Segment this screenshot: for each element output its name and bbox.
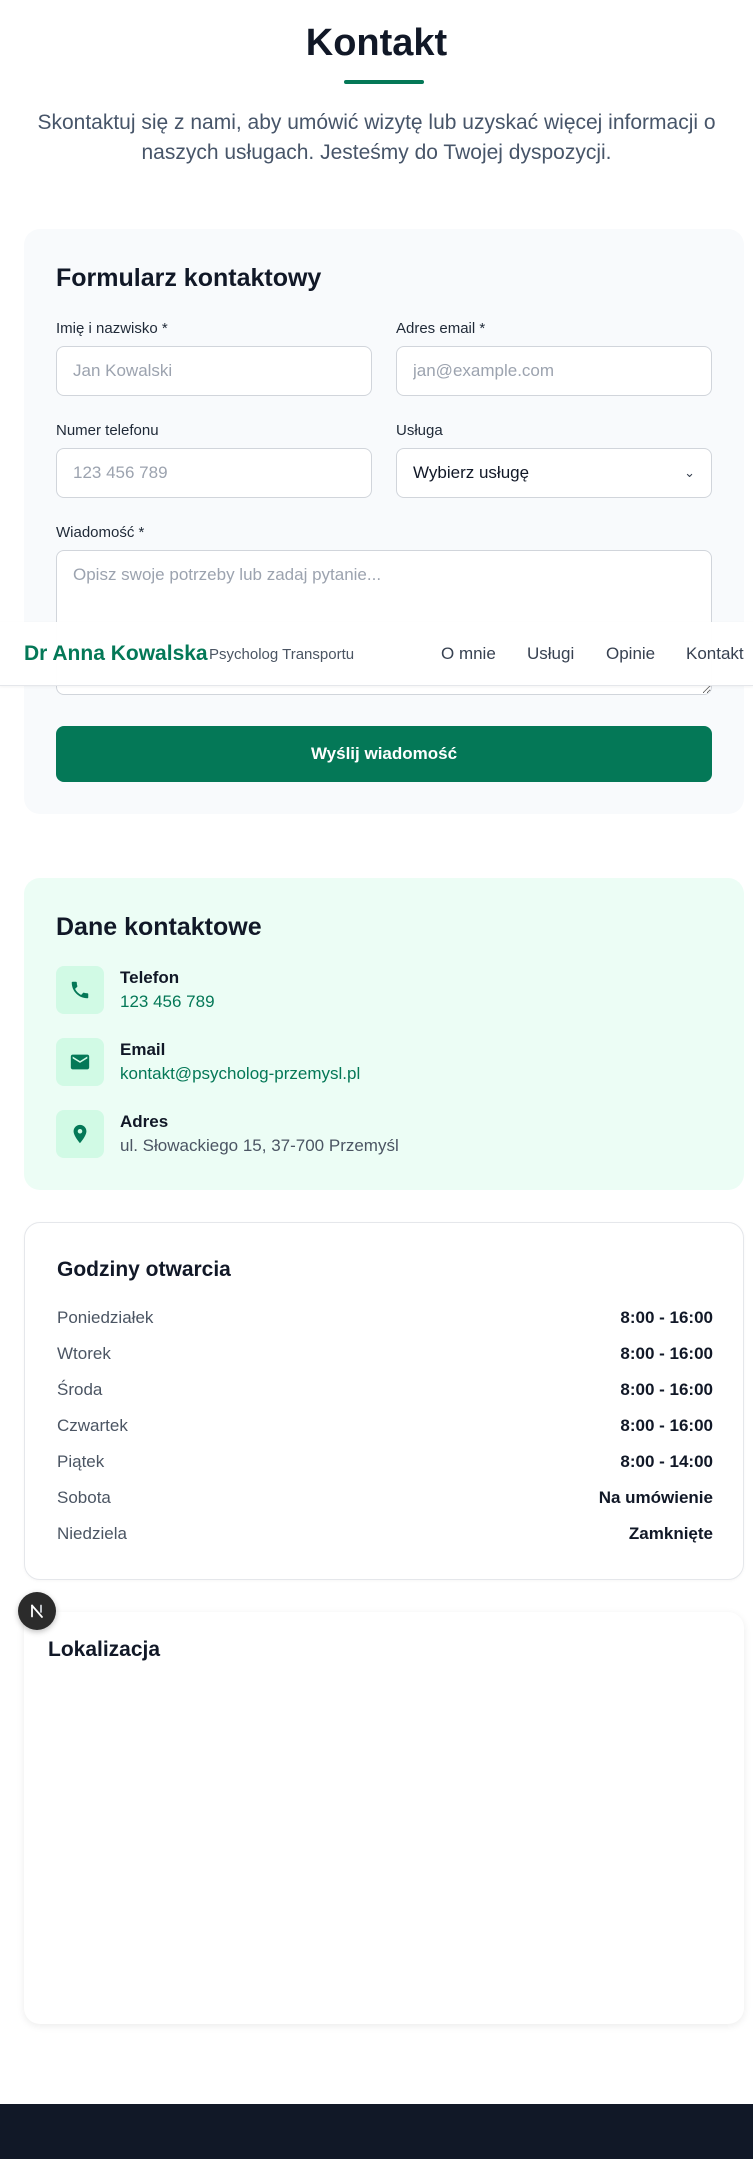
hours-day: Poniedziałek <box>57 1308 154 1327</box>
phone-icon <box>56 966 104 1014</box>
nav-link-uslugi[interactable]: Usługi <box>527 644 574 664</box>
nav-link-opinie[interactable]: Opinie <box>606 644 655 664</box>
email-contact-link[interactable]: kontakt@psycholog-przemysl.pl <box>120 1064 360 1084</box>
location-map-card: Lokalizacja <box>24 1612 744 2024</box>
address-contact-value: ul. Słowackiego 15, 37-700 Przemyśl <box>120 1136 399 1155</box>
service-select-value: Wybierz usługę <box>413 463 530 482</box>
hours-row: Czwartek 8:00 - 16:00 <box>57 1416 713 1440</box>
mail-icon <box>56 1038 104 1086</box>
phone-label: Numer telefonu <box>56 422 159 439</box>
hours-row: Piątek 8:00 - 14:00 <box>57 1452 713 1476</box>
title-underline <box>344 80 424 84</box>
nextjs-dev-badge-icon[interactable] <box>18 1592 56 1630</box>
hours-row: Środa 8:00 - 16:00 <box>57 1380 713 1404</box>
hours-row: Sobota Na umówienie <box>57 1488 713 1512</box>
map-title: Lokalizacja <box>48 1638 161 1661</box>
hours-day: Sobota <box>57 1488 111 1507</box>
map-pin-icon <box>56 1110 104 1158</box>
nav-link-o-mnie[interactable]: O mnie <box>441 644 496 664</box>
hours-time: 8:00 - 16:00 <box>620 1416 713 1435</box>
service-label: Usługa <box>396 422 443 439</box>
email-input[interactable] <box>396 346 712 396</box>
hours-time: 8:00 - 14:00 <box>620 1452 713 1471</box>
form-title: Formularz kontaktowy <box>56 264 322 292</box>
hours-time: Na umówienie <box>598 1488 713 1507</box>
contact-title: Dane kontaktowe <box>56 913 262 941</box>
map-area[interactable] <box>48 1682 720 2000</box>
hours-time: 8:00 - 16:00 <box>620 1308 713 1327</box>
hours-row: Niedziela Zamknięte <box>57 1524 713 1548</box>
brand-logo-link[interactable]: Dr Anna Kowalska <box>24 642 208 666</box>
hours-row: Wtorek 8:00 - 16:00 <box>57 1344 713 1368</box>
email-label: Adres email * <box>396 320 486 337</box>
hours-time: Zamknięte <box>628 1524 713 1543</box>
submit-button[interactable]: Wyślij wiadomość <box>56 726 712 782</box>
page-title: Kontakt <box>305 22 448 64</box>
email-contact-label: Email <box>120 1040 166 1059</box>
brand-subtitle: Psycholog Transportu <box>209 646 355 663</box>
hours-day: Niedziela <box>57 1524 127 1543</box>
chevron-down-icon: ⌄ <box>684 465 695 480</box>
hours-time: 8:00 - 16:00 <box>620 1380 713 1399</box>
hours-row: Poniedziałek 8:00 - 16:00 <box>57 1308 713 1332</box>
hours-day: Czwartek <box>57 1416 128 1435</box>
phone-contact-label: Telefon <box>120 968 180 987</box>
name-input[interactable] <box>56 346 372 396</box>
hours-day: Piątek <box>57 1452 105 1471</box>
hours-day: Środa <box>57 1380 103 1399</box>
hours-time: 8:00 - 16:00 <box>620 1344 713 1363</box>
nav-link-kontakt[interactable]: Kontakt <box>686 644 744 664</box>
hours-day: Wtorek <box>57 1344 111 1363</box>
address-contact-label: Adres <box>120 1112 169 1131</box>
contact-form-card: Formularz kontaktowy Imię i nazwisko * A… <box>24 229 744 814</box>
contact-details-card: Dane kontaktowe Telefon 123 456 789 Emai… <box>24 878 744 1190</box>
phone-input[interactable] <box>56 448 372 498</box>
sticky-navbar: Dr Anna Kowalska Psycholog Transportu O … <box>0 622 753 686</box>
opening-hours-card: Godziny otwarcia Poniedziałek 8:00 - 16:… <box>24 1222 744 1580</box>
service-select[interactable]: Wybierz usługę ⌄ <box>396 448 712 498</box>
message-label: Wiadomość * <box>56 524 145 541</box>
phone-contact-link[interactable]: 123 456 789 <box>120 992 215 1012</box>
hours-title: Godziny otwarcia <box>57 1258 231 1281</box>
page-intro: Skontaktuj się z nami, aby umówić wizytę… <box>37 111 716 164</box>
name-label: Imię i nazwisko * <box>56 320 168 337</box>
footer <box>0 2104 753 2159</box>
